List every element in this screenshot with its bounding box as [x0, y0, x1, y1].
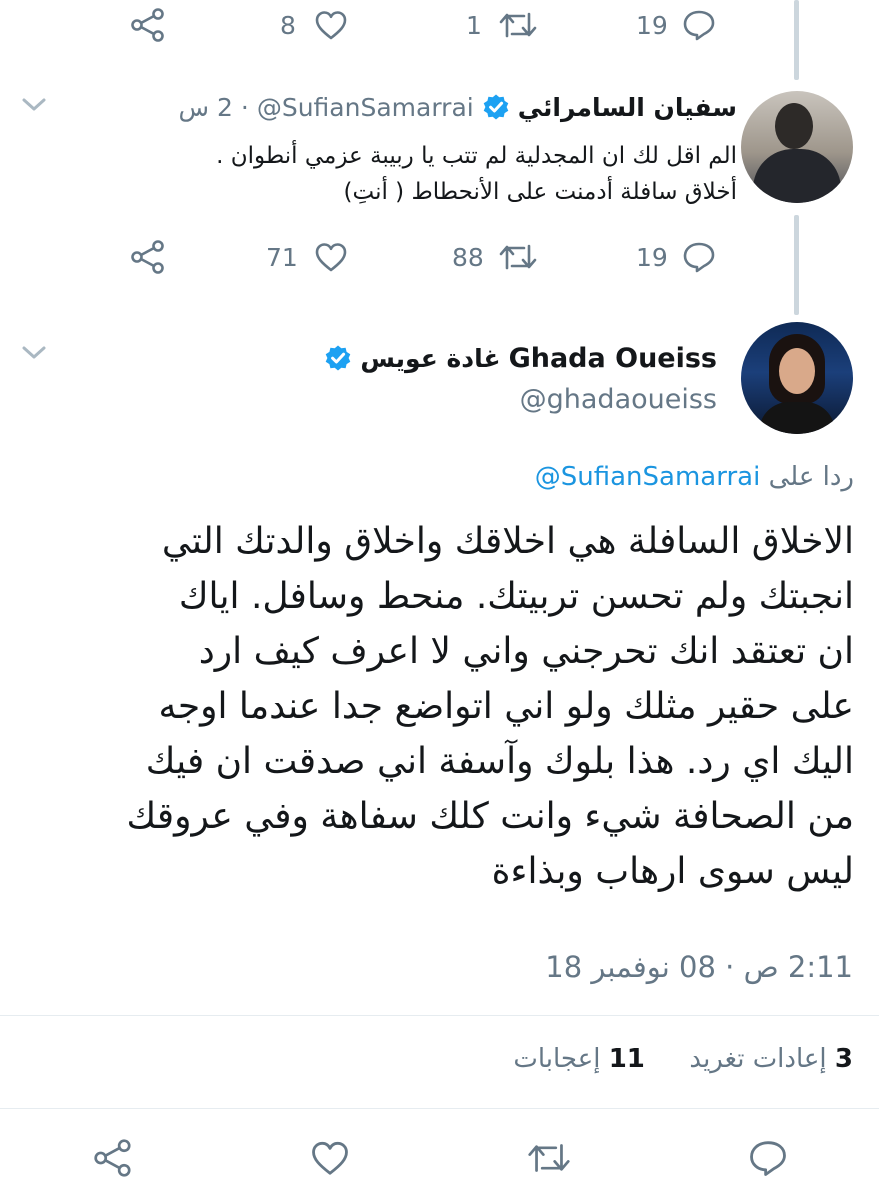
- author-name-latin[interactable]: Ghada Oueiss: [509, 343, 717, 374]
- like-action[interactable]: 71: [264, 240, 354, 276]
- reply-action[interactable]: 19: [632, 240, 722, 276]
- chevron-down-icon[interactable]: [20, 96, 48, 114]
- verified-badge-icon: [326, 345, 351, 371]
- thread-line-top: [794, 0, 799, 80]
- author-name[interactable]: سفيان السامرائي: [518, 93, 737, 122]
- tweet-text-line: اليك اي رد. هذا بلوك وآسفة اني صدقت ان ف…: [145, 741, 854, 782]
- divider-bottom: [0, 1108, 879, 1109]
- tweet-text-line: الم اقل لك ان المجدلية لم تتب يا ربيبة ع…: [216, 143, 737, 169]
- reply-tweet-text: الم اقل لك ان المجدلية لم تتب يا ربيبة ع…: [117, 138, 737, 210]
- top-reply-count: 19: [636, 11, 668, 40]
- reply-header: سفيان السامرائي @SufianSamarrai · 2 س: [179, 90, 737, 124]
- verified-badge-icon: [483, 94, 509, 120]
- avatar-ghada[interactable]: [741, 322, 853, 434]
- tweet-text-line: الاخلاق السافلة هي اخلاقك واخلاق والدتك …: [161, 521, 854, 562]
- likes-label: إعجابات: [513, 1044, 601, 1074]
- time-separator: ·: [240, 92, 249, 122]
- top-retweet-count: 1: [466, 11, 482, 40]
- share-icon[interactable]: [130, 240, 166, 274]
- reply-count: 19: [636, 243, 668, 272]
- avatar-head: [775, 103, 813, 149]
- share-icon[interactable]: [130, 8, 166, 42]
- replying-to-handle[interactable]: @SufianSamarrai: [535, 462, 761, 492]
- tweet-text-line: من الصحافة شيء وانت كلك سفاهة وفي عروقك: [126, 796, 854, 837]
- avatar-face: [779, 348, 815, 394]
- author-handle[interactable]: @SufianSamarrai: [257, 93, 474, 122]
- likes-stat[interactable]: 11 إعجابات: [513, 1044, 645, 1074]
- reply-icon[interactable]: [748, 1139, 788, 1177]
- tweet-text-line: ان تعتقد انك تحرجني واني لا اعرف كيف ارد: [198, 631, 854, 672]
- retweet-icon[interactable]: [526, 1141, 572, 1175]
- retweets-label: إعادات تغريد: [689, 1044, 827, 1074]
- tweet-text-line: على حقير مثلك ولو اني اتواضع جدا عندما ا…: [158, 686, 854, 727]
- tweet-text-line: ليس سوى ارهاب وبذاءة: [491, 851, 854, 892]
- tweet-timestamp: 2:11 ص · 08 نوفمبر 18: [545, 950, 853, 984]
- reply-icon: [683, 10, 715, 41]
- top-like-count: 8: [280, 11, 296, 40]
- retweets-count: 3: [834, 1044, 853, 1074]
- main-header: Ghada Oueiss غادة عويس: [324, 340, 717, 376]
- tweet-text-line: انجبتك ولم تحسن تربيتك. منحط وسافل. اياك: [178, 576, 854, 617]
- avatar-body: [759, 402, 835, 434]
- replying-to: ردا على @SufianSamarrai: [24, 462, 854, 492]
- likes-count: 11: [608, 1044, 645, 1074]
- share-icon[interactable]: [92, 1139, 134, 1177]
- tweet-text-line: أخلاق سافلة أدمنت على الأنحطاط ( أنتِ): [343, 179, 737, 205]
- retweets-stat[interactable]: 3 إعادات تغريد: [681, 1044, 853, 1074]
- chevron-down-icon[interactable]: [20, 344, 48, 362]
- avatar-body: [753, 149, 841, 203]
- author-name-arabic[interactable]: غادة عويس: [360, 344, 500, 373]
- heart-icon[interactable]: [310, 1140, 350, 1176]
- reply-icon: [683, 242, 715, 273]
- retweet-icon: [499, 12, 537, 38]
- heart-icon: [315, 243, 347, 272]
- avatar-sufian[interactable]: [741, 91, 853, 203]
- top-like-action[interactable]: 8: [278, 8, 358, 44]
- divider-top: [0, 1015, 879, 1016]
- engagement-stats: 3 إعادات تغريد 11 إعجابات: [513, 1044, 853, 1074]
- top-retweet-action[interactable]: 1: [462, 8, 552, 44]
- tweet-time: 2 س: [178, 92, 233, 122]
- heart-icon: [315, 11, 347, 40]
- like-count: 71: [266, 243, 298, 272]
- main-tweet-text: الاخلاق السافلة هي اخلاقك واخلاق والدتك …: [18, 514, 854, 899]
- replying-to-label: ردا على: [768, 462, 854, 492]
- thread-line-middle: [794, 215, 799, 315]
- retweet-count: 88: [452, 243, 484, 272]
- top-reply-action[interactable]: 19: [632, 8, 722, 44]
- author-handle[interactable]: @ghadaoueiss: [520, 384, 717, 415]
- retweet-action[interactable]: 88: [448, 240, 548, 276]
- retweet-icon: [499, 244, 537, 270]
